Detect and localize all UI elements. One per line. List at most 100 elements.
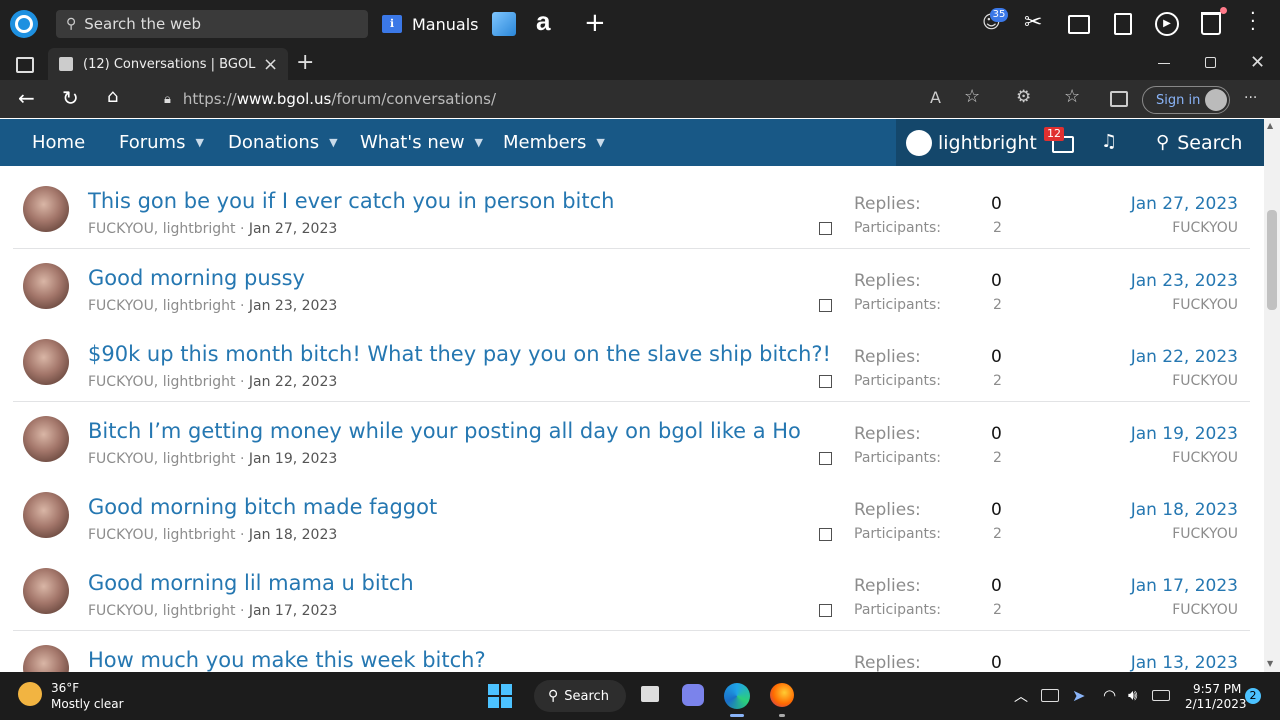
starters[interactable]: FUCKYOU, lightbright <box>88 298 236 314</box>
conversation-title[interactable]: $90k up this month bitch! What they pay … <box>88 342 831 366</box>
avatar[interactable] <box>23 263 69 309</box>
avatar[interactable] <box>23 416 69 462</box>
last-message-date[interactable]: Jan 23, 2023 <box>1131 271 1238 291</box>
close-tab-icon[interactable]: × <box>263 54 278 75</box>
url-bar[interactable]: 🔒︎ https://www.bgol.us/forum/conversatio… <box>148 85 1004 113</box>
read-aloud-icon[interactable]: A <box>930 88 941 107</box>
battery-icon[interactable] <box>1152 690 1170 701</box>
select-checkbox[interactable] <box>819 604 832 617</box>
chat-icon[interactable] <box>682 684 704 706</box>
chevron-down-icon[interactable]: ▼ <box>329 136 337 149</box>
last-message-user[interactable]: FUCKYOU <box>1172 297 1238 313</box>
select-checkbox[interactable] <box>819 222 832 235</box>
page-scrollbar[interactable] <box>1264 119 1280 672</box>
nav-members[interactable]: Members ▼ <box>503 119 605 166</box>
amazon-icon[interactable]: a <box>536 6 550 37</box>
weather-temp[interactable]: 36°F <box>51 681 79 695</box>
conversation-title[interactable]: Good morning bitch made faggot <box>88 495 437 519</box>
weather-moon-icon[interactable] <box>18 682 42 706</box>
edge-icon[interactable] <box>724 683 750 709</box>
collections-icon[interactable] <box>1110 91 1128 107</box>
manuals-button[interactable]: ℹ Manuals <box>382 12 478 36</box>
new-tab-button[interactable]: + <box>296 50 314 75</box>
sign-in-button[interactable]: Sign in <box>1142 86 1230 114</box>
favorites-icon[interactable]: ☆ <box>1064 86 1080 107</box>
weather-desc[interactable]: Mostly clear <box>51 697 124 711</box>
scissors-icon[interactable]: ✂ <box>1024 10 1042 35</box>
last-message-date[interactable]: Jan 19, 2023 <box>1131 424 1238 444</box>
nav-donations[interactable]: Donations ▼ <box>228 119 338 166</box>
conversation-row[interactable]: This gon be you if I ever catch you in p… <box>13 172 1250 249</box>
conversation-row[interactable]: Good morning bitch made faggot FUCKYOU, … <box>13 478 1250 555</box>
avatar[interactable] <box>23 339 69 385</box>
chevron-down-icon[interactable]: ▼ <box>596 136 604 149</box>
restore-icon[interactable] <box>1205 57 1216 68</box>
last-message-date[interactable]: Jan 27, 2023 <box>1131 194 1238 214</box>
scrollbar-thumb[interactable] <box>1267 210 1277 310</box>
browser-logo-icon[interactable] <box>10 10 38 38</box>
avatar[interactable] <box>23 645 69 672</box>
last-message-user[interactable]: FUCKYOU <box>1172 450 1238 466</box>
nav-home[interactable]: Home <box>32 119 85 166</box>
last-message-date[interactable]: Jan 17, 2023 <box>1131 576 1238 596</box>
conversation-row[interactable]: Good morning pussy FUCKYOU, lightbright … <box>13 249 1250 326</box>
avatar[interactable] <box>23 568 69 614</box>
notification-count-badge[interactable]: 2 <box>1245 688 1261 704</box>
select-checkbox[interactable] <box>819 452 832 465</box>
wifi-icon[interactable]: ◠ <box>1103 686 1116 704</box>
chevron-down-icon[interactable]: ▼ <box>195 136 203 149</box>
clock-date[interactable]: 2/11/2023 <box>1185 697 1247 711</box>
conversation-title[interactable]: Good morning pussy <box>88 266 305 290</box>
conversation-title[interactable]: How much you make this week bitch? <box>88 648 486 672</box>
last-message-user[interactable]: FUCKYOU <box>1172 602 1238 618</box>
favorite-add-icon[interactable]: ☆ <box>964 86 980 107</box>
last-message-date[interactable]: Jan 13, 2023 <box>1131 653 1238 672</box>
conversation-row[interactable]: How much you make this week bitch? Repli… <box>13 631 1250 672</box>
notes-icon[interactable] <box>1114 13 1132 35</box>
scroll-down-icon[interactable]: ▼ <box>1267 659 1273 668</box>
clock-time[interactable]: 9:57 PM <box>1193 682 1241 696</box>
web-search-box[interactable]: ⚲ Search the web <box>56 10 368 38</box>
bell-icon[interactable]: ♫ <box>1101 131 1117 152</box>
settings-more-icon[interactable]: ··· <box>1244 90 1257 106</box>
refresh-icon[interactable]: ↻ <box>62 86 79 110</box>
app-tile-icon[interactable] <box>492 12 516 36</box>
menu-kebab-icon[interactable]: · · · <box>1250 5 1256 39</box>
starters[interactable]: FUCKYOU, lightbright <box>88 221 236 237</box>
last-message-user[interactable]: FUCKYOU <box>1172 220 1238 236</box>
last-message-date[interactable]: Jan 18, 2023 <box>1131 500 1238 520</box>
trash-icon[interactable] <box>1201 12 1221 35</box>
volume-icon[interactable]: 🔊︎ <box>1128 686 1137 704</box>
play-icon[interactable]: ▶ <box>1155 12 1179 36</box>
conversation-row[interactable]: Bitch I’m getting money while your posti… <box>13 402 1250 479</box>
add-shortcut-button[interactable]: + <box>584 8 606 38</box>
last-message-date[interactable]: Jan 22, 2023 <box>1131 347 1238 367</box>
select-checkbox[interactable] <box>819 375 832 388</box>
last-message-user[interactable]: FUCKYOU <box>1172 526 1238 542</box>
conversation-title[interactable]: This gon be you if I ever catch you in p… <box>88 189 614 213</box>
chevron-down-icon[interactable]: ▼ <box>475 136 483 149</box>
tab-conversations[interactable]: (12) Conversations | BGOL Comm × <box>48 48 288 80</box>
site-search-button[interactable]: ⚲ Search <box>1156 119 1242 166</box>
starters[interactable]: FUCKYOU, lightbright <box>88 451 236 467</box>
nav-whats-new[interactable]: What's new ▼ <box>360 119 483 166</box>
conversation-title[interactable]: Bitch I’m getting money while your posti… <box>88 419 801 443</box>
avatar[interactable] <box>23 492 69 538</box>
task-view-icon[interactable] <box>641 686 659 702</box>
location-arrow-icon[interactable]: ➤ <box>1072 686 1085 705</box>
video-icon[interactable] <box>1068 15 1090 34</box>
minimize-icon[interactable] <box>1158 63 1170 64</box>
nav-forums[interactable]: Forums ▼ <box>119 119 204 166</box>
starters[interactable]: FUCKYOU, lightbright <box>88 527 236 543</box>
avatar[interactable] <box>23 186 69 232</box>
account-menu[interactable]: lightbright <box>906 119 1037 166</box>
conversation-title[interactable]: Good morning lil mama u bitch <box>88 571 414 595</box>
tab-actions-icon[interactable] <box>16 57 34 73</box>
start-windows-icon[interactable] <box>488 684 512 708</box>
extensions-icon[interactable]: ⚙ <box>1016 87 1031 107</box>
taskbar-search[interactable]: ⚲ Search <box>534 680 626 712</box>
firefox-icon[interactable] <box>770 683 794 707</box>
starters[interactable]: FUCKYOU, lightbright <box>88 603 236 619</box>
scroll-up-icon[interactable]: ▲ <box>1267 121 1273 130</box>
conversation-row[interactable]: Good morning lil mama u bitch FUCKYOU, l… <box>13 554 1250 631</box>
